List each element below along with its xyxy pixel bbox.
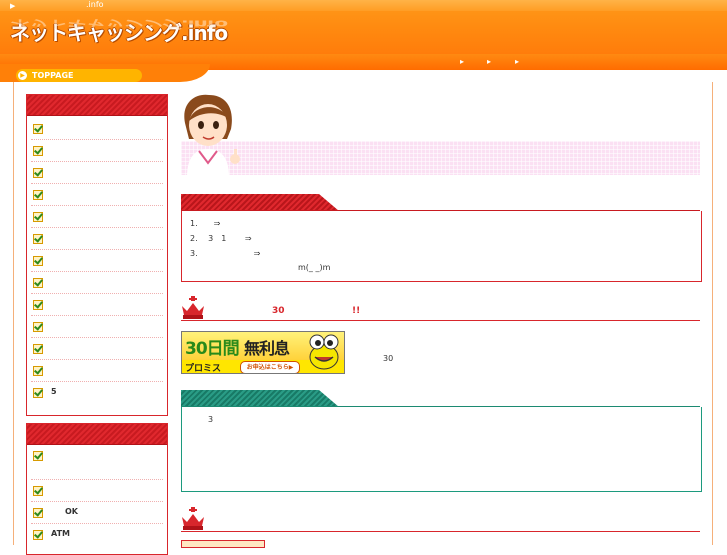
checkbox-icon [33,234,43,244]
sidebar-item[interactable] [31,360,163,382]
checkbox-icon [33,256,43,266]
checkbox-icon [33,212,43,222]
sidebar-item[interactable] [31,338,163,360]
checkbox-icon [33,344,43,354]
frame-right-line [712,82,713,545]
ad-side-text: 30 [383,354,394,363]
notice-line-4: m(_ _)m [298,263,331,272]
sidebar-menu-1: 5 [26,94,168,416]
triangle-icon: ▶ [10,2,16,10]
toppage-link[interactable]: ▶ TOPPAGE [16,69,142,82]
ad-big-text-2: 無利息 [244,339,290,358]
checkbox-icon [33,124,43,134]
nav-arrow-icon[interactable]: ▸ [460,57,464,66]
sidebar-menu-header [27,95,167,116]
sidebar-item[interactable]: 5 [31,382,163,403]
sidebar-item[interactable] [31,184,163,206]
checkbox-icon [33,486,43,496]
notice-line-2: 2. 3 1 ⇒ [190,234,252,243]
frog-mascot-icon [309,334,339,370]
site-logo-reflection: ネットキャッシング.info [10,17,228,31]
section-header-green [181,390,700,407]
ranking-exclaim: !! [352,306,361,316]
sidebar-item[interactable] [31,480,163,502]
sidebar-menu-2: OK ATM [26,423,168,555]
nav-arrow-icon[interactable]: ▸ [487,57,491,66]
header-topline: ▶ .info [0,0,727,11]
site-header: ▶ .info ネットキャッシング.info ネットキャッシング.info ▸ … [0,0,727,70]
sidebar-item[interactable] [31,250,163,272]
checkbox-icon [33,530,43,540]
checkbox-icon [33,146,43,156]
checkbox-icon [33,451,43,461]
header-small-text: .info [86,0,104,9]
sidebar-item[interactable] [31,445,163,480]
notice-line-1: 1. ⇒ [190,219,221,228]
checkbox-icon [33,388,43,398]
section-tab [181,390,339,407]
info-box-green: 3 [181,407,702,492]
sidebar-menu-header [27,424,167,445]
ranking-underline [181,320,700,321]
main-banner [181,141,700,175]
sidebar-item[interactable]: OK [31,502,163,524]
checkbox-icon [33,322,43,332]
ad-apply-button[interactable]: お申込はこちら▶ [240,361,300,373]
sidebar-item[interactable]: ATM [31,524,163,545]
toppage-label: TOPPAGE [32,71,74,80]
sidebar-item[interactable] [31,118,163,140]
section-tab [181,194,339,211]
ad-brand: プロミス [185,364,222,374]
ad-thumbnail[interactable] [181,540,265,548]
sidebar-item[interactable] [31,272,163,294]
ad-big-text: 30日間 [185,339,240,359]
checkbox-icon [33,300,43,310]
notice-line-3: 3. ⇒ [190,249,261,258]
section-header [181,194,700,211]
sidebar-item[interactable] [31,140,163,162]
info-line: 3 [208,415,214,424]
sidebar-item[interactable] [31,206,163,228]
checkbox-icon [33,508,43,518]
girl-illustration [184,94,240,177]
checkbox-icon [33,190,43,200]
promise-ad-banner[interactable]: 30日間 無利息 プロミス お申込はこちら▶ [181,331,345,374]
frame-left-line [13,82,14,545]
sidebar-item[interactable] [31,228,163,250]
nav-arrow-icon[interactable]: ▸ [515,57,519,66]
checkbox-icon [33,366,43,376]
checkbox-icon [33,278,43,288]
crown-icon [182,507,204,530]
sidebar-item[interactable] [31,294,163,316]
ranking-underline [181,531,700,532]
arrow-circle-icon: ▶ [18,71,27,80]
notice-box: 1. ⇒ 2. 3 1 ⇒ 3. ⇒ m(_ _)m [181,211,702,282]
sidebar-item[interactable] [31,316,163,338]
ranking-number: 30 [272,306,285,316]
sidebar-item[interactable] [31,162,163,184]
crown-icon [182,296,204,319]
checkbox-icon [33,168,43,178]
